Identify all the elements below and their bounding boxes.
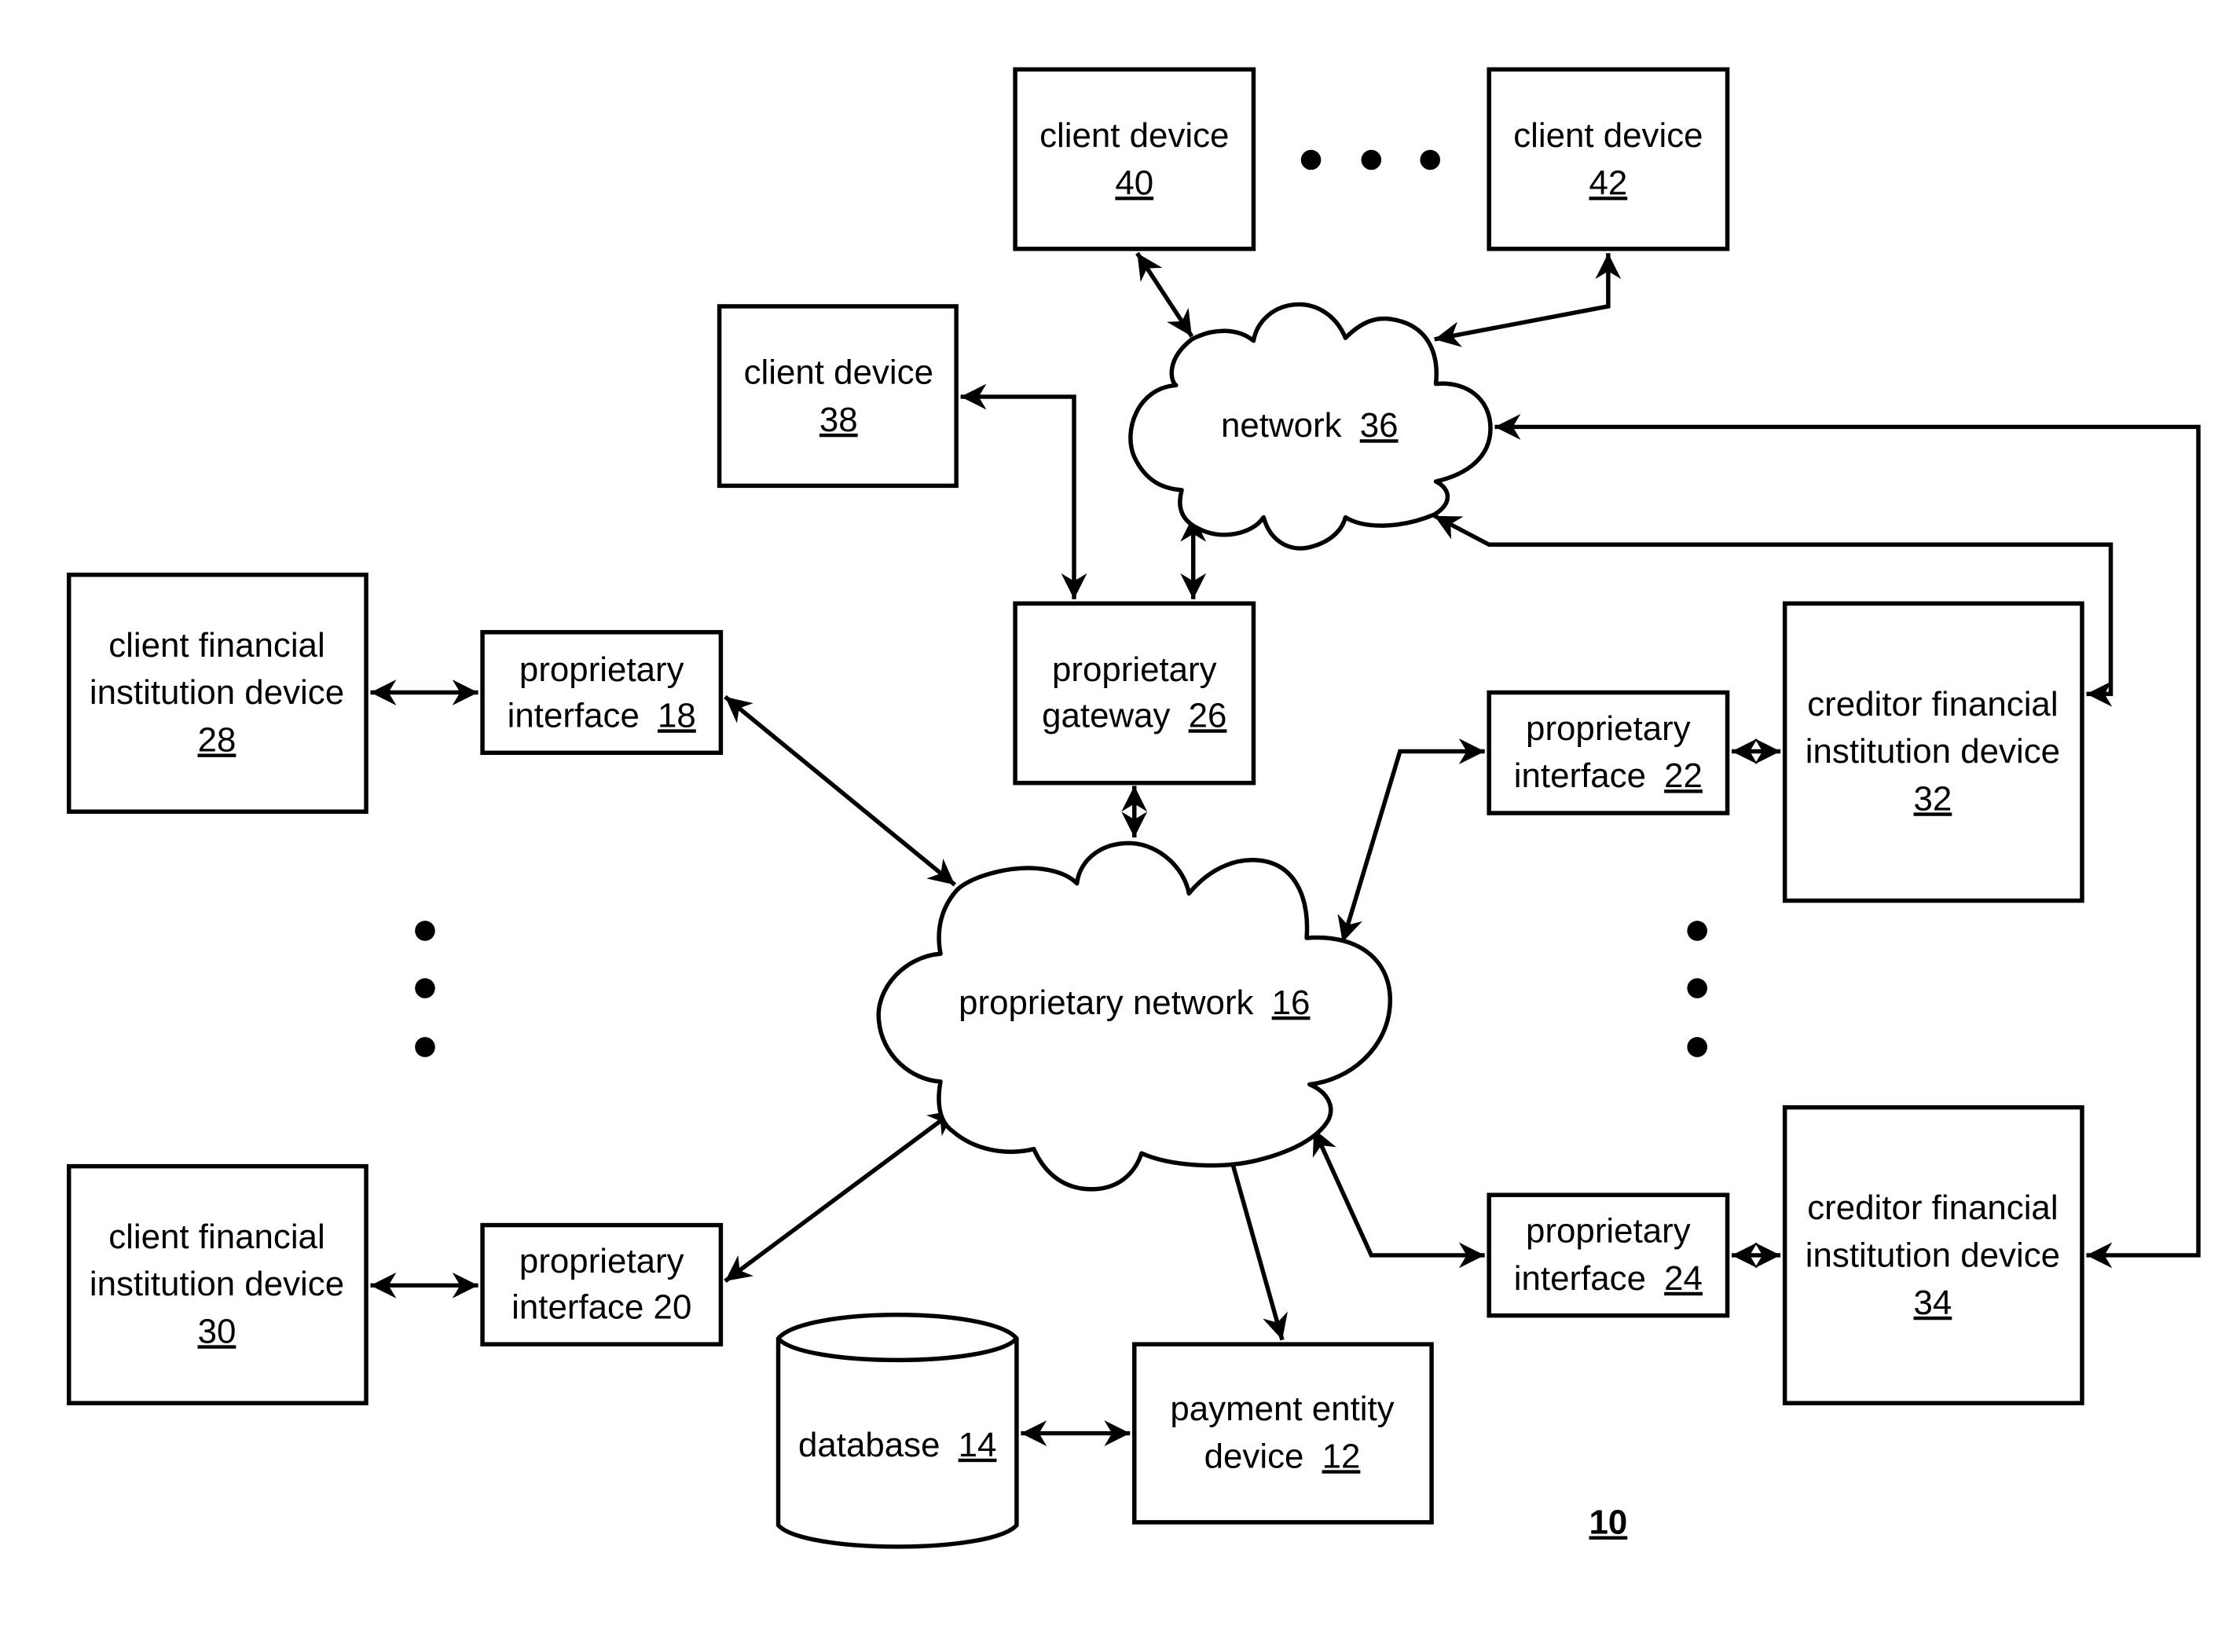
- link-interface18-network16: [724, 694, 957, 887]
- client-device-40: client device 40: [1013, 67, 1256, 251]
- payment-entity-12-line1: payment entity: [1170, 1390, 1394, 1428]
- link-client40-network36: [1135, 251, 1194, 338]
- client-fi-30-line2: institution device: [90, 1265, 344, 1303]
- gateway-26-line1: proprietary: [1052, 650, 1217, 689]
- proprietary-network-16-ref: 16: [1272, 984, 1311, 1022]
- ellipsis-creditor-fi: [1687, 921, 1707, 1057]
- client-fi-device-28: client financial institution device 28: [66, 572, 368, 814]
- proprietary-network-16-label: proprietary network 16: [959, 984, 1310, 1022]
- ellipsis-dot: [1687, 978, 1707, 998]
- payment-entity-12-line2: device 12: [1204, 1437, 1361, 1475]
- proprietary-interface-20: proprietary interface 20: [480, 1222, 724, 1346]
- payment-entity-12-text: device: [1204, 1437, 1304, 1475]
- interface-22-line2: interface 22: [1514, 756, 1703, 795]
- proprietary-interface-22: proprietary interface 22: [1487, 690, 1730, 815]
- client-device-42: client device 42: [1487, 67, 1730, 251]
- creditor-fi-device-34: creditor financial institution device 34: [1782, 1104, 2084, 1405]
- client-fi-28-ref: 28: [198, 720, 236, 759]
- interface-18-text: interface: [508, 696, 640, 734]
- interface-22-text: interface: [1514, 756, 1646, 795]
- interface-24-line2: interface 24: [1514, 1259, 1703, 1298]
- payment-entity-12-ref: 12: [1322, 1437, 1361, 1475]
- link-network16-interface22: [1337, 738, 1485, 943]
- link-client38-gateway26: [960, 383, 1087, 599]
- client-fi-28-line1: client financial: [108, 626, 324, 665]
- link-interface20-network16: [724, 1108, 956, 1284]
- client-device-42-label: client device: [1513, 116, 1703, 155]
- ellipsis-dot: [415, 978, 435, 998]
- ellipsis-dot: [1361, 149, 1382, 170]
- proprietary-gateway-26: proprietary gateway 26: [1013, 601, 1256, 786]
- client-device-40-ref: 40: [1115, 163, 1153, 202]
- database-14-ref: 14: [959, 1426, 997, 1464]
- client-device-38: client device 38: [717, 304, 959, 489]
- gateway-26-text: gateway: [1042, 696, 1170, 734]
- link-network16-payment12: [1219, 1135, 1288, 1341]
- creditor-fi-32-line1: creditor financial: [1807, 685, 2058, 723]
- gateway-26-ref: 26: [1189, 696, 1227, 734]
- creditor-fi-34-ref: 34: [1914, 1284, 1952, 1322]
- client-device-42-ref: 42: [1589, 163, 1627, 202]
- client-fi-30-line1: client financial: [108, 1218, 324, 1256]
- ellipsis-dot: [1687, 921, 1707, 941]
- network-36-text: network: [1221, 406, 1342, 445]
- link-client42-network36: [1434, 253, 1622, 347]
- interface-24-line1: proprietary: [1526, 1211, 1691, 1250]
- proprietary-interface-24: proprietary interface 24: [1487, 1192, 1730, 1318]
- interface-24-ref: 24: [1664, 1259, 1703, 1298]
- creditor-fi-device-32: creditor financial institution device 32: [1782, 601, 2084, 903]
- interface-22-line1: proprietary: [1526, 709, 1691, 748]
- client-device-38-ref: 38: [819, 401, 858, 439]
- client-device-38-label: client device: [744, 353, 933, 392]
- creditor-fi-32-ref: 32: [1914, 779, 1952, 818]
- link-network16-interface24: [1311, 1127, 1485, 1269]
- ellipsis-dot: [415, 921, 435, 941]
- payment-entity-device-12: payment entity device 12: [1132, 1342, 1434, 1525]
- interface-18-line2: interface 18: [508, 696, 696, 734]
- system-diagram: client device 40 client device 42 client…: [66, 67, 2201, 1549]
- creditor-fi-34-line1: creditor financial: [1807, 1189, 2058, 1227]
- client-device-40-label: client device: [1039, 116, 1229, 155]
- database-14-text: database: [798, 1426, 940, 1464]
- client-fi-device-30: client financial institution device 30: [66, 1163, 368, 1405]
- ellipsis-dot: [415, 1037, 435, 1057]
- ellipsis-client-devices: [1300, 149, 1441, 170]
- ellipsis-dot: [1420, 149, 1441, 170]
- ellipsis-dot: [1300, 149, 1322, 170]
- interface-20-line1: proprietary: [519, 1242, 684, 1280]
- client-fi-30-ref: 30: [198, 1312, 236, 1350]
- creditor-fi-32-line2: institution device: [1806, 732, 2060, 771]
- ellipsis-client-fi: [415, 921, 435, 1057]
- interface-22-ref: 22: [1664, 756, 1703, 795]
- ellipsis-dot: [1687, 1037, 1707, 1057]
- network-36-label: network 36: [1221, 406, 1399, 445]
- proprietary-network-16: proprietary network 16: [876, 841, 1392, 1192]
- figure-reference-label: 10: [1589, 1503, 1627, 1541]
- interface-24-text: interface: [1514, 1259, 1646, 1298]
- network-36-ref: 36: [1360, 406, 1399, 445]
- database-14-label: database 14: [798, 1426, 996, 1464]
- client-fi-28-line2: institution device: [90, 673, 344, 712]
- proprietary-interface-18: proprietary interface 18: [480, 630, 724, 756]
- creditor-fi-34-line2: institution device: [1806, 1236, 2060, 1275]
- interface-18-line1: proprietary: [519, 650, 684, 689]
- gateway-26-line2: gateway 26: [1042, 696, 1226, 734]
- interface-20-line2: interface 20: [511, 1288, 691, 1326]
- interface-18-ref: 18: [658, 696, 696, 734]
- database-14: database 14: [775, 1313, 1019, 1549]
- proprietary-network-16-text: proprietary network: [959, 984, 1253, 1022]
